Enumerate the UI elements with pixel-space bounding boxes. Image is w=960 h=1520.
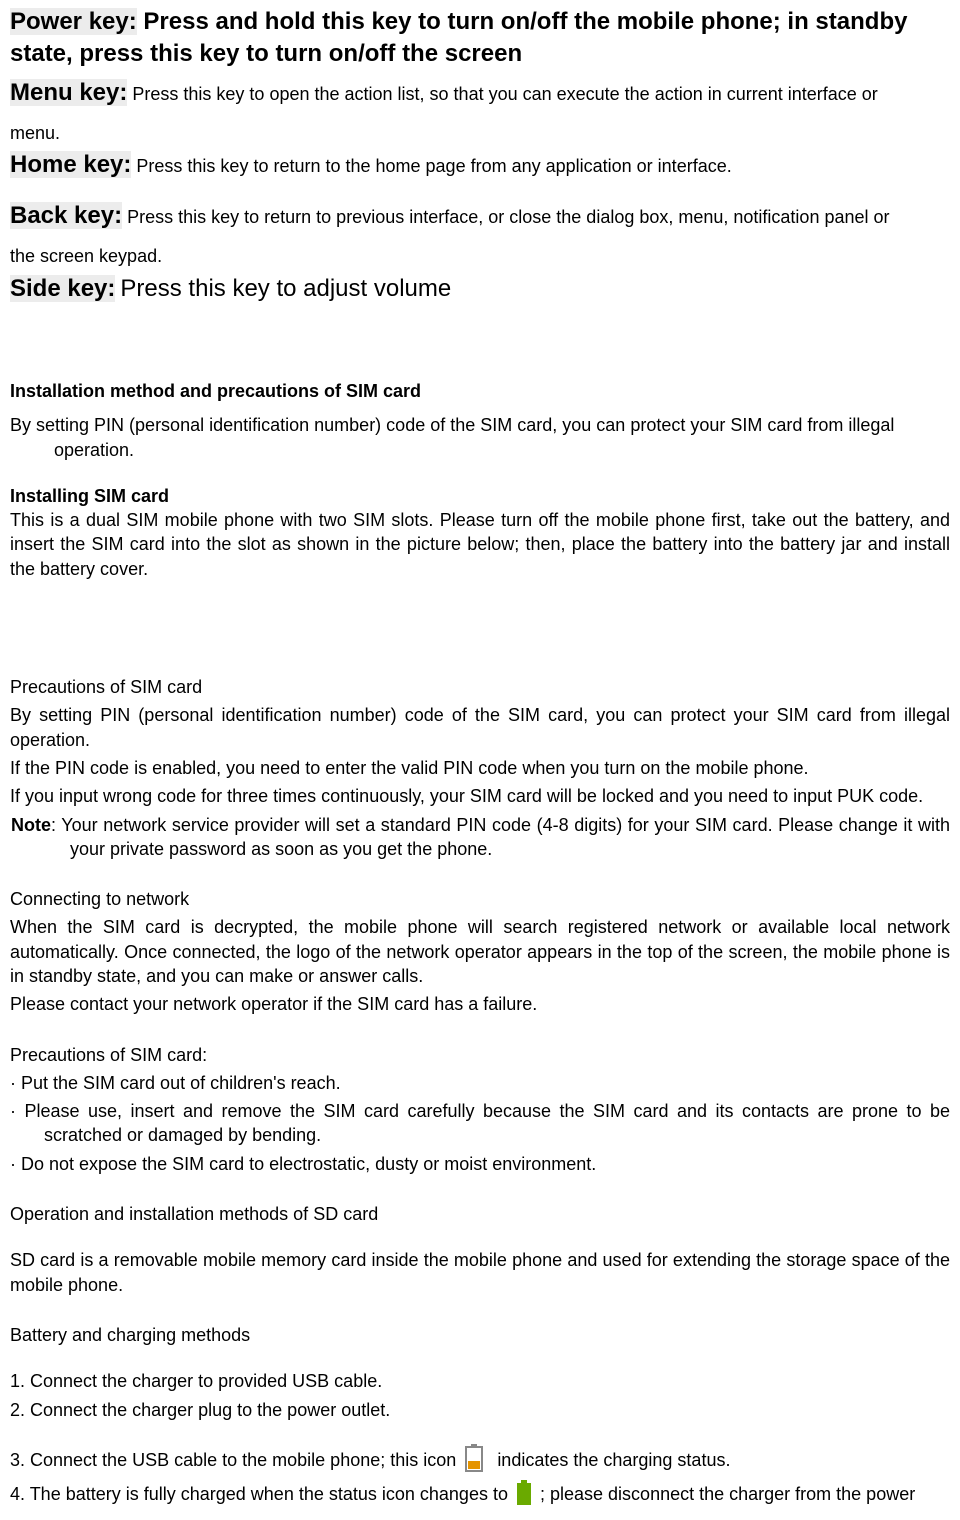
sim-precautions-heading: Precautions of SIM card [10, 675, 950, 699]
battery-s4a: 4. The battery is fully charged when the… [10, 1484, 508, 1504]
battery-heading: Battery and charging methods [10, 1323, 950, 1347]
battery-s4b: ; please disconnect the charger from the… [540, 1484, 915, 1504]
menu-key-desc-a: Press this key to open the action list, … [132, 84, 877, 104]
side-key-line: Side key: Press this key to adjust volum… [10, 273, 950, 305]
battery-charging-icon [463, 1444, 485, 1472]
power-key-line: Power key: Press and hold this key to tu… [10, 6, 950, 71]
sim-install-text: This is a dual SIM mobile phone with two… [10, 508, 950, 581]
menu-key-label: Menu key: [10, 79, 127, 106]
sim-precautions2-b3: · Do not expose the SIM card to electros… [10, 1152, 950, 1176]
sim-note: △Note: Your network service provider wil… [10, 813, 950, 862]
battery-s3b: indicates the charging status. [497, 1450, 730, 1470]
network-heading: Connecting to network [10, 887, 950, 911]
home-key-desc: Press this key to return to the home pag… [136, 156, 731, 176]
sim-intro: By setting PIN (personal identification … [10, 413, 950, 462]
side-key-label: Side key: [10, 275, 115, 302]
network-p2: Please contact your network operator if … [10, 992, 950, 1016]
home-key-label: Home key: [10, 151, 131, 178]
menu-key-line: Menu key: Press this key to open the act… [10, 77, 950, 109]
home-key-line: Home key: Press this key to return to th… [10, 149, 950, 181]
back-key-desc-b: the screen keypad. [10, 244, 950, 268]
sim-prec-p1: By setting PIN (personal identification … [10, 703, 950, 752]
sd-heading: Operation and installation methods of SD… [10, 1202, 950, 1226]
battery-s3: 3. Connect the USB cable to the mobile p… [10, 1444, 950, 1472]
power-key-label: Power key: [10, 8, 137, 35]
battery-s2: 2. Connect the charger plug to the power… [10, 1398, 950, 1422]
sim-prec-p3: If you input wrong code for three times … [10, 784, 950, 808]
side-key-desc: Press this key to adjust volume [120, 275, 451, 302]
sim-install-heading: Installing SIM card [10, 484, 950, 508]
sim-heading: Installation method and precautions of S… [10, 379, 950, 403]
back-key-line: Back key: Press this key to return to pr… [10, 200, 950, 232]
battery-s1: 1. Connect the charger to provided USB c… [10, 1369, 950, 1393]
menu-key-desc-b: menu. [10, 121, 950, 145]
battery-full-icon [515, 1480, 533, 1506]
network-p1: When the SIM card is decrypted, the mobi… [10, 915, 950, 988]
sd-text: SD card is a removable mobile memory car… [10, 1248, 950, 1297]
battery-s3a: 3. Connect the USB cable to the mobile p… [10, 1450, 456, 1470]
sim-precautions2-b2: · Please use, insert and remove the SIM … [10, 1099, 950, 1148]
note-label: Note [11, 815, 51, 835]
sim-prec-p2: If the PIN code is enabled, you need to … [10, 756, 950, 780]
sim-precautions2-b1: · Put the SIM card out of children's rea… [10, 1071, 950, 1095]
back-key-desc-a: Press this key to return to previous int… [127, 207, 889, 227]
note-text: : Your network service provider will set… [51, 815, 950, 859]
battery-s4: 4. The battery is fully charged when the… [10, 1480, 950, 1506]
sim-precautions2-heading: Precautions of SIM card: [10, 1043, 950, 1067]
back-key-label: Back key: [10, 202, 122, 229]
power-key-desc: Press and hold this key to turn on/off t… [10, 8, 907, 67]
